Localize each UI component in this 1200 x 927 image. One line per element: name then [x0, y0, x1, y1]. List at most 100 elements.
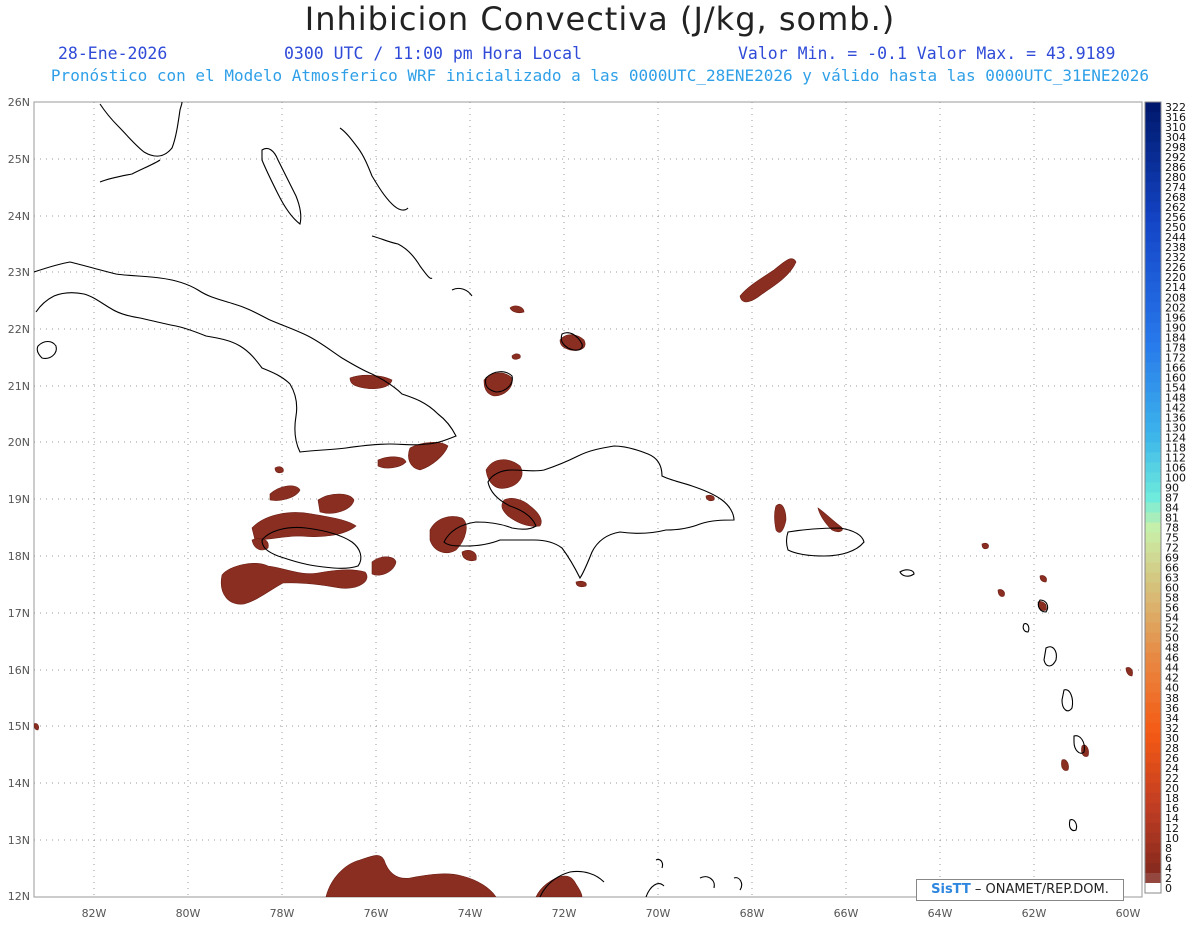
colorbar-swatch	[1145, 472, 1161, 483]
colorbar-swatch	[1145, 852, 1161, 864]
colorbar-swatch	[1145, 452, 1161, 463]
colorbar-swatch	[1145, 122, 1161, 133]
colorbar-swatch	[1145, 732, 1161, 744]
lon-label: 74W	[458, 907, 483, 920]
colorbar-swatch	[1145, 822, 1161, 834]
colorbar-swatch	[1145, 382, 1161, 393]
colorbar-swatch	[1145, 542, 1161, 554]
lat-label: 23N	[8, 266, 30, 279]
colorbar-swatch	[1145, 342, 1161, 353]
colorbar-swatch	[1145, 812, 1161, 824]
colorbar-swatch	[1145, 312, 1161, 323]
colorbar-swatch	[1145, 332, 1161, 343]
sistt-logo: SisTT	[931, 882, 971, 897]
colorbar-swatch	[1145, 362, 1161, 373]
colorbar-swatch	[1145, 612, 1161, 624]
colorbar-swatch	[1145, 702, 1161, 714]
lat-label: 25N	[8, 153, 30, 166]
colorbar-swatch	[1145, 162, 1161, 173]
colorbar-swatch	[1145, 102, 1161, 113]
lon-label: 66W	[834, 907, 859, 920]
colorbar-swatch	[1145, 832, 1161, 844]
lat-label: 16N	[8, 664, 30, 677]
colorbar-swatch	[1145, 192, 1161, 203]
colorbar-swatch	[1145, 872, 1161, 884]
colorbar-swatch	[1145, 482, 1161, 493]
lon-label: 64W	[928, 907, 953, 920]
colorbar-swatch	[1145, 302, 1161, 313]
map-frame	[33, 101, 1143, 898]
colorbar-swatch	[1145, 792, 1161, 804]
lon-label: 82W	[82, 907, 107, 920]
lat-label: 20N	[8, 436, 30, 449]
colorbar-swatch	[1145, 592, 1161, 604]
lon-label: 80W	[176, 907, 201, 920]
lon-label: 76W	[364, 907, 389, 920]
colorbar-swatch	[1145, 462, 1161, 473]
colorbar-swatch	[1145, 622, 1161, 634]
lat-label: 26N	[8, 96, 30, 109]
colorbar-swatch	[1145, 492, 1161, 504]
colorbar-swatch	[1145, 642, 1161, 654]
colorbar-swatch	[1145, 232, 1161, 243]
colorbar-swatch	[1145, 252, 1161, 263]
lat-label: 22N	[8, 323, 30, 336]
colorbar-swatch	[1145, 392, 1161, 403]
colorbar-swatch	[1145, 402, 1161, 413]
colorbar: 3223163103042982922862802742682622562502…	[1144, 101, 1186, 895]
colorbar-label: 0	[1165, 882, 1172, 895]
colorbar-swatch	[1145, 842, 1161, 854]
colorbar-swatch	[1145, 712, 1161, 724]
lat-label: 15N	[8, 720, 30, 733]
colorbar-swatch	[1145, 552, 1161, 564]
longitude-labels: 82W 80W 78W 76W 74W 72W 70W 68W 66W 64W …	[82, 907, 1141, 920]
colorbar-swatch	[1145, 432, 1161, 443]
colorbar-swatch	[1145, 262, 1161, 273]
lon-label: 72W	[552, 907, 577, 920]
lat-label: 17N	[8, 607, 30, 620]
latitude-labels: 26N 25N 24N 23N 22N 21N 20N 19N 18N 17N …	[8, 96, 30, 903]
colorbar-swatch	[1145, 602, 1161, 614]
colorbar-swatch	[1145, 572, 1161, 584]
colorbar-swatch	[1145, 202, 1161, 213]
colorbar-swatch	[1145, 882, 1161, 894]
colorbar-swatch	[1145, 802, 1161, 814]
colorbar-swatch	[1145, 112, 1161, 123]
colorbar-swatch	[1145, 442, 1161, 453]
colorbar-swatch	[1145, 272, 1161, 283]
colorbar-swatch	[1145, 742, 1161, 754]
lat-label: 12N	[8, 890, 30, 903]
lon-label: 60W	[1116, 907, 1141, 920]
colorbar-swatch	[1145, 532, 1161, 544]
colorbar-swatch	[1145, 372, 1161, 383]
colorbar-swatch	[1145, 752, 1161, 764]
forecast-map: 26N 25N 24N 23N 22N 21N 20N 19N 18N 17N …	[8, 96, 1186, 920]
credit-text: – ONAMET/REP.DOM.	[970, 882, 1109, 897]
colorbar-swatch	[1145, 502, 1161, 514]
colorbar-swatch	[1145, 282, 1161, 293]
colorbar-swatch	[1145, 692, 1161, 704]
colorbar-swatch	[1145, 322, 1161, 333]
colorbar-swatch	[1145, 292, 1161, 303]
lon-label: 68W	[740, 907, 765, 920]
colorbar-swatch	[1145, 422, 1161, 433]
lat-label: 21N	[8, 380, 30, 393]
lat-label: 19N	[8, 493, 30, 506]
colorbar-swatch	[1145, 352, 1161, 363]
lat-label: 18N	[8, 550, 30, 563]
credit-box: SisTT – ONAMET/REP.DOM.	[916, 879, 1124, 901]
lat-label: 14N	[8, 777, 30, 790]
colorbar-swatch	[1145, 132, 1161, 143]
colorbar-swatch	[1145, 632, 1161, 644]
colorbar-swatch	[1145, 862, 1161, 874]
colorbar-swatch	[1145, 212, 1161, 223]
colorbar-swatch	[1145, 762, 1161, 774]
colorbar-swatch	[1145, 782, 1161, 794]
colorbar-swatch	[1145, 242, 1161, 253]
colorbar-swatch	[1145, 562, 1161, 574]
colorbar-swatch	[1145, 412, 1161, 423]
colorbar-swatch	[1145, 142, 1161, 153]
colorbar-swatch	[1145, 722, 1161, 734]
lon-label: 62W	[1022, 907, 1047, 920]
colorbar-swatch	[1145, 522, 1161, 534]
